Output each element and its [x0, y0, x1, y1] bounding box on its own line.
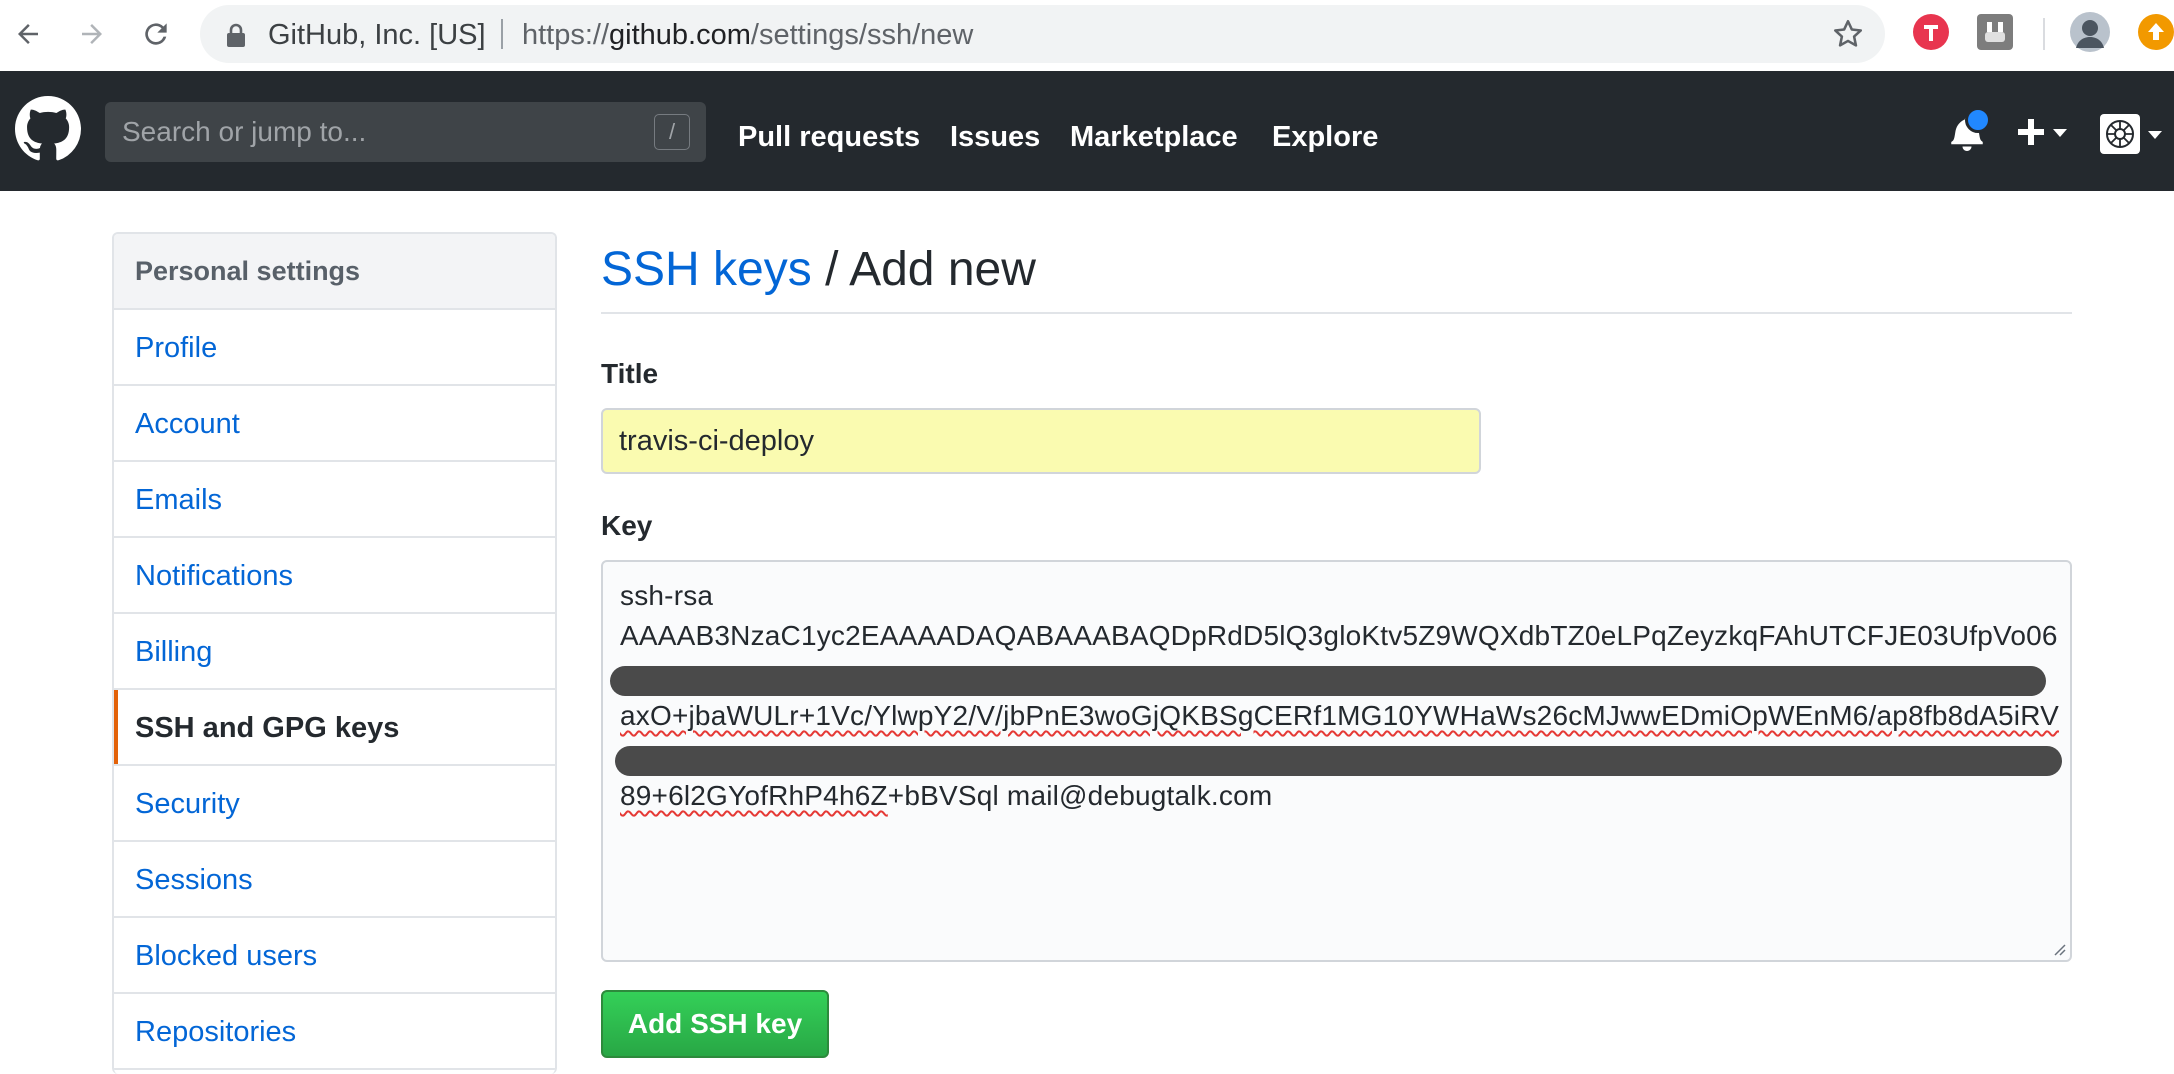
key-title-input[interactable] [601, 408, 1481, 474]
breadcrumb-ssh-keys[interactable]: SSH keys [601, 243, 812, 296]
forward-arrow-icon[interactable] [72, 14, 112, 54]
key-text-line: AAAAB3NzaC1yc2EAAAADAQABAAABAQDpRdD5lQ3g… [620, 620, 2058, 651]
chevron-down-icon[interactable] [2148, 131, 2162, 139]
url-text[interactable]: https://github.com/settings/ssh/new [522, 19, 973, 52]
github-header: / Pull requests Issues Marketplace Explo… [0, 71, 2174, 191]
key-text-line: 89+6l2GYofRhP4h6Z+bBVSql mail@debugtalk.… [620, 780, 1273, 811]
sidebar-item-account[interactable]: Account [114, 386, 555, 462]
notification-unread-dot [1965, 107, 1991, 133]
key-text-line: axO+jbaWULr+1Vc/YlwpY2/V/jbPnE3woGjQKBSg… [620, 700, 2059, 731]
create-new-menu[interactable] [2015, 114, 2075, 150]
redaction-bar [610, 666, 2046, 696]
sidebar-item-repositories[interactable]: Repositories [114, 994, 555, 1070]
extension-plug-icon[interactable] [1977, 14, 2013, 50]
resize-handle-icon[interactable] [2050, 940, 2066, 956]
key-field-label: Key [601, 510, 653, 541]
breadcrumb-current: / Add new [811, 243, 1036, 296]
toolbar-divider [2043, 18, 2045, 50]
nav-pull-requests[interactable]: Pull requests [738, 121, 920, 154]
sidebar-item-emails[interactable]: Emails [114, 462, 555, 538]
sidebar-item-ssh-gpg-keys[interactable]: SSH and GPG keys [114, 690, 555, 766]
sidebar-item-sessions[interactable]: Sessions [114, 842, 555, 918]
settings-sidebar: Personal settings Profile Account Emails… [112, 232, 557, 1074]
address-divider [501, 19, 503, 49]
chevron-down-icon [2053, 129, 2067, 137]
address-bar[interactable]: GitHub, Inc. [US] https://github.com/set… [200, 5, 1885, 63]
key-text-line: ssh-rsa [620, 580, 714, 611]
redaction-bar [615, 746, 2062, 776]
nav-issues[interactable]: Issues [950, 121, 1040, 154]
sidebar-heading: Personal settings [114, 234, 555, 310]
browser-toolbar: GitHub, Inc. [US] https://github.com/set… [0, 0, 2174, 71]
plus-icon [2018, 119, 2044, 145]
profile-avatar[interactable] [2070, 12, 2110, 52]
search-shortcut-key: / [654, 114, 690, 150]
key-textarea[interactable]: ssh-rsa AAAAB3NzaC1yc2EAAAADAQABAAABAQDp… [601, 560, 2072, 962]
site-identity: GitHub, Inc. [US] [268, 19, 486, 51]
sidebar-item-billing[interactable]: Billing [114, 614, 555, 690]
lock-icon [227, 23, 245, 47]
extension-icon[interactable] [1913, 14, 1949, 50]
search-input[interactable] [105, 102, 642, 162]
add-ssh-key-button[interactable]: Add SSH key [601, 990, 829, 1058]
bookmark-star-icon[interactable] [1831, 17, 1865, 51]
main-content: SSH keys / Add new Title Key ssh-rsa AAA… [601, 232, 2072, 1058]
title-divider [601, 312, 2072, 314]
github-logo-icon[interactable] [15, 96, 81, 162]
user-avatar[interactable] [2100, 114, 2140, 154]
update-arrow-icon[interactable] [2138, 14, 2174, 50]
nav-explore[interactable]: Explore [1272, 121, 1378, 154]
sidebar-item-blocked-users[interactable]: Blocked users [114, 918, 555, 994]
title-field-label: Title [601, 358, 659, 389]
sidebar-item-profile[interactable]: Profile [114, 310, 555, 386]
sidebar-item-notifications[interactable]: Notifications [114, 538, 555, 614]
sidebar-item-security[interactable]: Security [114, 766, 555, 842]
page-title: SSH keys / Add new [601, 232, 2072, 312]
nav-marketplace[interactable]: Marketplace [1070, 121, 1238, 154]
back-arrow-icon[interactable] [8, 14, 48, 54]
search-box: / [105, 102, 706, 162]
reload-icon[interactable] [136, 14, 176, 54]
